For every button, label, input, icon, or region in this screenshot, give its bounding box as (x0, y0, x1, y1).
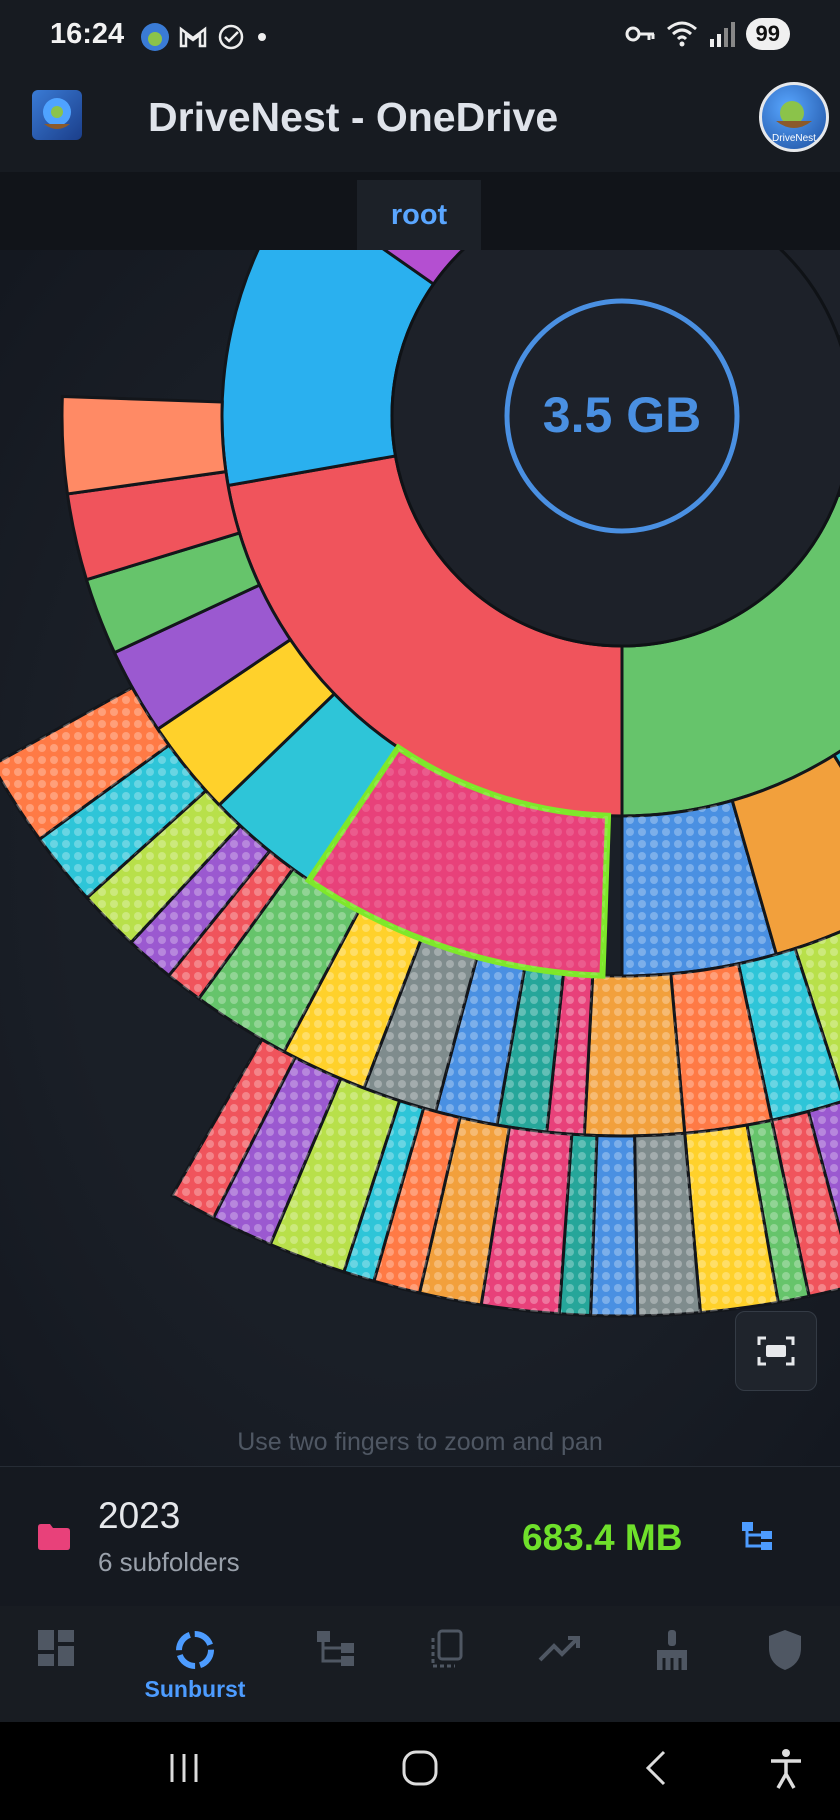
selected-folder-name: 2023 (98, 1495, 181, 1536)
sunburst-segment-texture (590, 1135, 638, 1316)
fit-screen-icon (757, 1336, 795, 1366)
system-nav (0, 1722, 840, 1820)
status-time: 16:24 (50, 18, 125, 50)
accessibility-icon[interactable] (766, 1746, 806, 1790)
vpn-key-icon (625, 26, 655, 42)
sunburst-segment-texture (584, 973, 685, 1136)
selection-info: 2023 6 subfolders 683.4 MB (0, 1466, 840, 1608)
selected-folder-subtitle: 6 subfolders (98, 1547, 240, 1577)
nav-sunburst[interactable]: Sunburst (145, 1628, 245, 1703)
tree-view-icon[interactable] (740, 1519, 774, 1551)
system-icons: 99 (624, 18, 790, 50)
sunburst-chart[interactable]: 3.5 GB (0, 250, 840, 1466)
dot-icon (258, 33, 266, 41)
sunburst-icon (176, 1631, 214, 1669)
breadcrumb: root (0, 172, 840, 250)
selected-folder-size: 683.4 MB (522, 1517, 683, 1558)
nav-security[interactable] (745, 1628, 825, 1672)
sunburst-chart-area[interactable]: 3.5 GB (0, 250, 840, 1466)
nav-cleanup[interactable] (632, 1628, 712, 1672)
signal-icon (709, 22, 735, 47)
center-total-label: 3.5 GB (543, 387, 701, 443)
duplicates-icon (431, 1629, 463, 1668)
cleanup-brush-icon (657, 1630, 687, 1670)
zoom-hint: Use two fingers to zoom and pan (237, 1428, 603, 1456)
nav-tree[interactable] (296, 1628, 376, 1668)
nav-trends[interactable] (520, 1628, 600, 1668)
notification-icons (140, 22, 270, 52)
nav-duplicates[interactable] (407, 1628, 487, 1670)
nav-sunburst-label: Sunburst (144, 1676, 246, 1702)
breadcrumb-root[interactable]: root (357, 180, 481, 250)
recents-icon[interactable] (166, 1746, 202, 1790)
shield-icon (769, 1630, 801, 1670)
check-circle-icon (218, 24, 244, 50)
gmail-icon (179, 26, 207, 48)
fit-screen-button[interactable] (735, 1311, 817, 1391)
avatar[interactable]: DriveNest (759, 82, 829, 152)
wifi-icon (666, 21, 697, 47)
status-bar: 16:24 99 (0, 0, 840, 72)
tree-icon (317, 1631, 354, 1666)
home-icon[interactable] (400, 1746, 440, 1790)
back-icon[interactable] (640, 1746, 670, 1790)
bottom-nav: Sunburst (0, 1606, 840, 1722)
nav-dashboard[interactable] (16, 1628, 96, 1668)
trending-icon (538, 1636, 580, 1662)
avatar-label: DriveNest (772, 133, 816, 144)
battery-level: 99 (745, 18, 790, 50)
dashboard-icon (38, 1630, 74, 1666)
app-title: DriveNest - OneDrive (148, 94, 559, 140)
folder-icon (38, 1524, 70, 1550)
app-bar: DriveNest - OneDrive DriveNest (0, 72, 840, 172)
drivenest-app-icon (141, 23, 169, 51)
drivenest-logo-icon[interactable] (32, 90, 82, 140)
